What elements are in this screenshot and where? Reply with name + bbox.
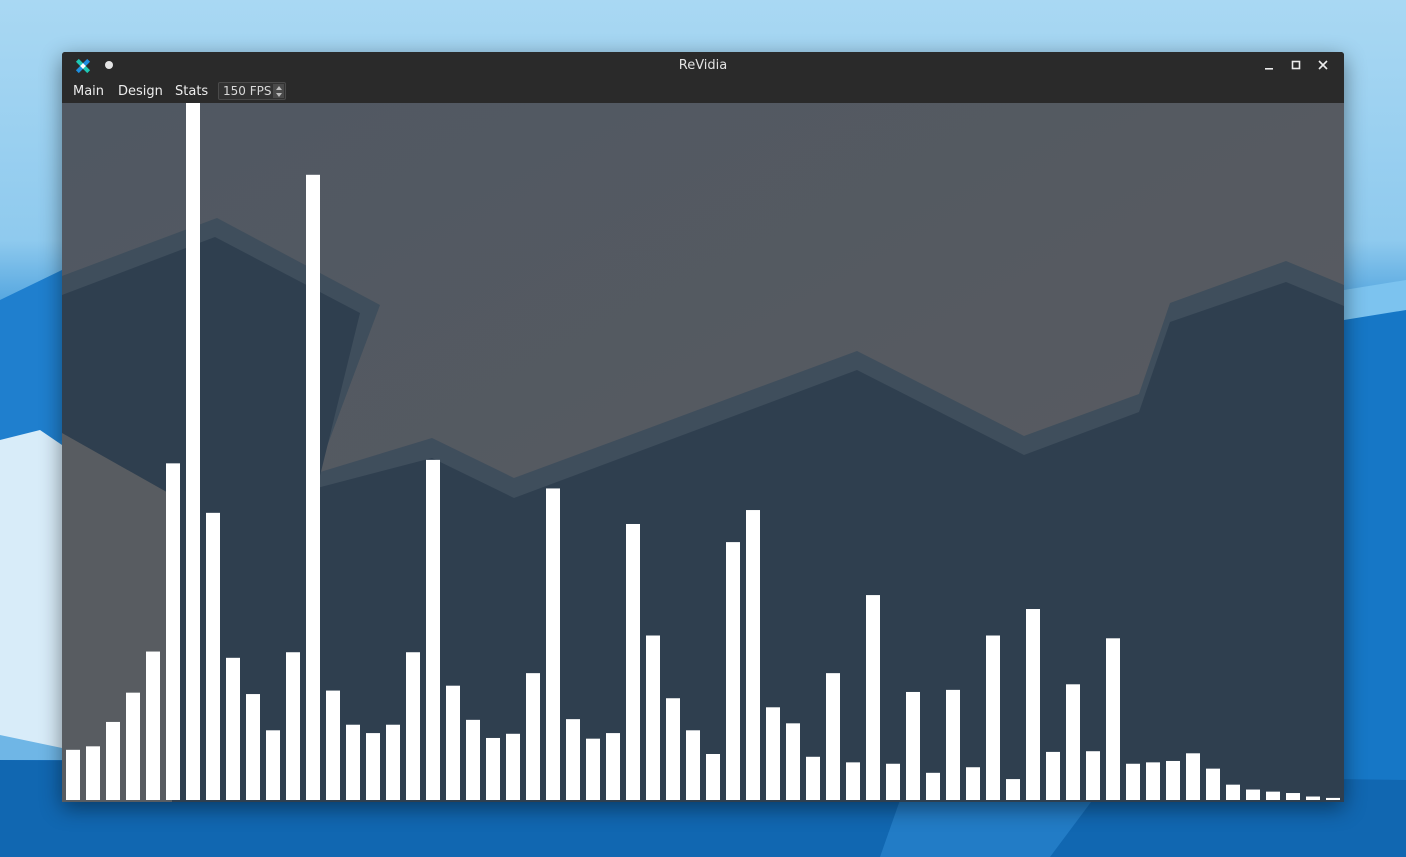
spectrum-bar-11 (266, 730, 280, 800)
spectrum-bar-6 (166, 463, 180, 800)
close-button[interactable] (1314, 56, 1332, 74)
maximize-button[interactable] (1287, 56, 1305, 74)
spectrum-bar-12 (286, 652, 300, 800)
window-title: ReVidia (678, 58, 728, 73)
minimize-button[interactable] (1260, 56, 1278, 74)
spin-up-icon[interactable] (275, 85, 282, 90)
spectrum-bar-29 (626, 523, 640, 800)
spectrum-bar-22 (486, 737, 500, 800)
spectrum-bar-1 (66, 749, 80, 800)
spectrum-bar-33 (706, 753, 720, 800)
menu-main[interactable]: Main (73, 84, 104, 99)
fps-value: 150 FPS (223, 84, 272, 98)
minimize-icon (1265, 68, 1273, 70)
spectrum-bar-48 (1006, 779, 1020, 800)
spectrum-bar-17 (386, 724, 400, 800)
spectrum-bar-58 (1206, 768, 1220, 800)
spectrum-bar-64 (1326, 797, 1340, 800)
spectrum-bar-25 (546, 488, 560, 800)
spectrum-bar-63 (1306, 796, 1320, 800)
spectrum-bar-23 (506, 733, 520, 800)
spectrum-bar-60 (1246, 789, 1260, 800)
spectrum-bar-44 (926, 772, 940, 800)
spectrum-bar-59 (1226, 784, 1240, 800)
spectrum-bar-31 (666, 698, 680, 800)
spectrum-bar-21 (466, 719, 480, 800)
spectrum-bar-34 (726, 542, 740, 800)
spectrum-bar-chart (62, 103, 1344, 802)
spectrum-bar-27 (586, 738, 600, 800)
spectrum-bar-28 (606, 733, 620, 800)
spectrum-bar-4 (126, 692, 140, 800)
spectrum-bar-39 (826, 673, 840, 800)
menu-design[interactable]: Design (118, 84, 163, 99)
maximize-icon (1291, 60, 1301, 70)
spectrum-bar-42 (886, 763, 900, 800)
spectrum-bar-50 (1046, 751, 1060, 800)
spectrum-bar-53 (1106, 638, 1120, 800)
spectrum-bar-62 (1286, 793, 1300, 800)
spectrum-bar-51 (1066, 684, 1080, 800)
spectrum-bar-49 (1026, 609, 1040, 800)
spectrum-bar-16 (366, 733, 380, 800)
revidia-window: ReVidia Main Design Stats 150 FPS (62, 52, 1344, 802)
visualizer-canvas (62, 103, 1344, 802)
spin-down-icon[interactable] (275, 92, 282, 97)
spectrum-bar-5 (146, 651, 160, 800)
spectrum-bar-13 (306, 174, 320, 800)
spectrum-bar-36 (766, 707, 780, 800)
spectrum-bar-7 (186, 103, 200, 800)
spectrum-bar-47 (986, 635, 1000, 800)
menu-bar: Main Design Stats 150 FPS (62, 79, 1344, 103)
spectrum-bar-57 (1186, 753, 1200, 800)
close-icon (1318, 60, 1328, 70)
spectrum-bar-20 (446, 685, 460, 800)
menu-stats[interactable]: Stats (175, 84, 208, 99)
spectrum-bar-40 (846, 762, 860, 800)
spectrum-bar-3 (106, 721, 120, 800)
spectrum-bar-10 (246, 694, 260, 800)
fps-spinbox[interactable]: 150 FPS (218, 82, 286, 100)
spectrum-bar-14 (326, 690, 340, 800)
spectrum-bar-30 (646, 635, 660, 800)
spectrum-bar-18 (406, 652, 420, 800)
fps-spin-arrows[interactable] (273, 84, 284, 98)
spectrum-bar-45 (946, 689, 960, 800)
spectrum-bar-38 (806, 756, 820, 800)
spectrum-bar-8 (206, 512, 220, 800)
spectrum-bar-56 (1166, 760, 1180, 800)
spectrum-bar-9 (226, 657, 240, 800)
spectrum-bar-61 (1266, 791, 1280, 800)
spectrum-bar-52 (1086, 751, 1100, 800)
spectrum-bar-54 (1126, 763, 1140, 800)
spectrum-bar-41 (866, 595, 880, 800)
spectrum-bar-37 (786, 723, 800, 800)
spectrum-bar-32 (686, 730, 700, 800)
spectrum-bar-19 (426, 459, 440, 800)
spectrum-bar-46 (966, 767, 980, 800)
spectrum-bar-43 (906, 691, 920, 800)
spectrum-bar-26 (566, 719, 580, 800)
title-bar[interactable]: ReVidia (62, 52, 1344, 79)
spectrum-bar-15 (346, 724, 360, 800)
spectrum-bar-35 (746, 510, 760, 800)
spectrum-bar-2 (86, 746, 100, 800)
spectrum-bar-24 (526, 673, 540, 800)
spectrum-bar-55 (1146, 762, 1160, 800)
